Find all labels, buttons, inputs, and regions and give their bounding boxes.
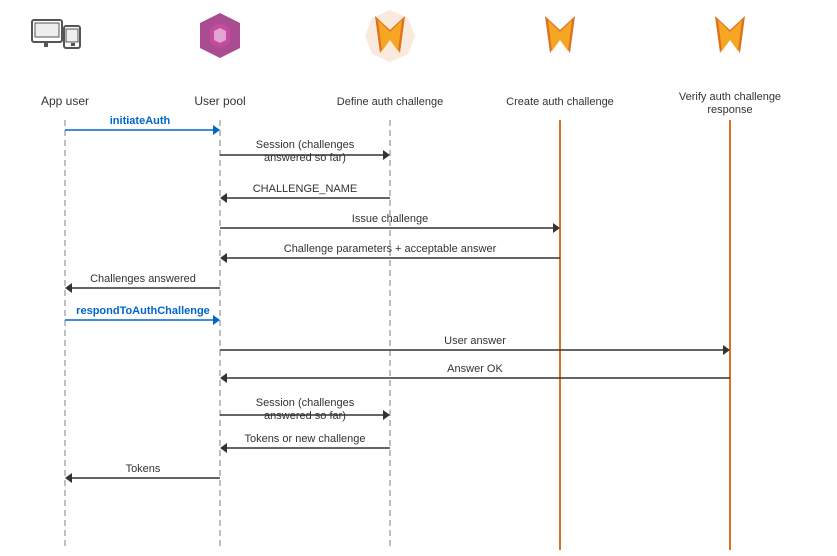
label-session2b: answered so far) [264,410,346,422]
label-initiate: initiateAuth [110,115,171,127]
arrowhead-respond [213,315,220,325]
arrowhead-tokensnew [220,443,227,453]
defineauth-label: Define auth challenge [337,96,443,108]
arrowhead-initiate [213,125,220,135]
label-session1b: answered so far) [264,152,346,164]
arrowhead-challengename [220,193,227,203]
arrowhead-tokens [65,473,72,483]
userpool-actor [200,13,240,58]
label-respond: respondToAuthChallenge [76,305,210,317]
appuser-actor [32,20,80,48]
userpool-label: User pool [194,94,245,108]
label-answerok: Answer OK [447,363,503,375]
arrowhead-session2 [383,410,390,420]
verifyauth-label: Verify auth challenge [679,91,781,103]
arrowhead-useranswer [723,345,730,355]
arrowhead-challengesanswered [65,283,72,293]
label-issuechallenge: Issue challenge [352,213,428,225]
arrowhead-issuechallenge [553,223,560,233]
defineauth-actor [365,10,415,62]
verifyauth-label2: response [707,104,752,116]
label-challengesanswered: Challenges answered [90,273,196,285]
verifyauth-actor [715,16,745,53]
label-tokensnew: Tokens or new challenge [244,433,365,445]
label-session2a: Session (challenges [256,397,355,409]
label-tokens: Tokens [126,463,161,475]
label-challengeparams: Challenge parameters + acceptable answer [284,243,497,255]
label-session1a: Session (challenges [256,139,355,151]
createauth-label: Create auth challenge [506,96,614,108]
diagram-svg: App user User pool Define auth challenge… [0,0,837,556]
label-useranswer: User answer [444,335,506,347]
appuser-label: App user [41,94,89,108]
label-challengename: CHALLENGE_NAME [253,183,358,195]
sequence-diagram: App user User pool Define auth challenge… [0,0,837,556]
arrowhead-challengeparams [220,253,227,263]
arrowhead-answerok [220,373,227,383]
arrowhead-session1 [383,150,390,160]
createauth-actor [545,16,575,53]
